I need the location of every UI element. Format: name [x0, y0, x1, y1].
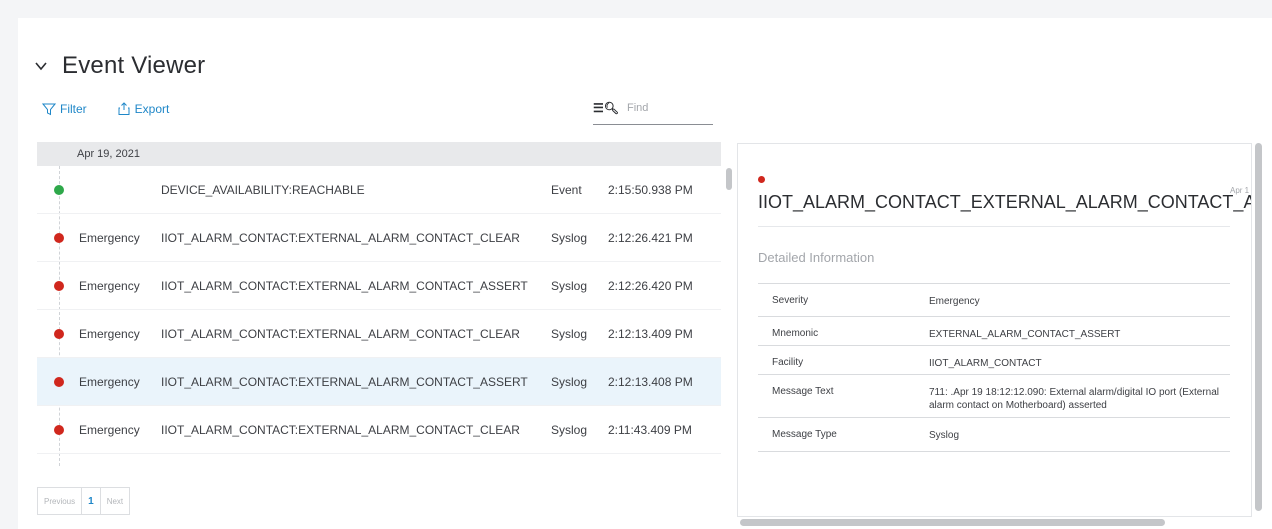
chevron-down-icon[interactable] [34, 59, 48, 73]
time-cell: 2:12:26.420 PM [608, 278, 693, 293]
page-title: Event Viewer [62, 52, 206, 79]
export-button[interactable]: Export [117, 102, 170, 116]
detail-value: IIOT_ALARM_CONTACT [929, 358, 1042, 369]
detail-row: Facility IIOT_ALARM_CONTACT [758, 346, 1230, 375]
time-cell: 2:12:26.421 PM [608, 230, 693, 245]
detail-panel: IIOT_ALARM_CONTACT_EXTERNAL_ALARM_CONTAC… [737, 143, 1252, 517]
detail-date: Apr 1 [1230, 186, 1250, 195]
detail-section-title: Detailed Information [758, 250, 875, 265]
filter-label: Filter [60, 102, 87, 116]
pagination: Previous 1 Next [37, 487, 131, 515]
detail-key: Message Type [772, 429, 837, 440]
message-cell: IIOT_ALARM_CONTACT:EXTERNAL_ALARM_CONTAC… [161, 374, 528, 389]
export-icon [118, 102, 130, 115]
detail-value: Emergency [929, 296, 980, 307]
horizontal-scrollbar[interactable] [740, 519, 1165, 526]
divider [758, 226, 1230, 227]
filter-button[interactable]: Filter [42, 102, 87, 116]
table-row[interactable]: DEVICE_AVAILABILITY:REACHABLE Event 2:15:5… [37, 166, 721, 214]
status-dot [54, 376, 64, 387]
status-dot [54, 232, 64, 243]
type-cell: Syslog [551, 326, 588, 341]
search-input[interactable] [625, 101, 709, 115]
detail-value: Syslog [929, 430, 960, 441]
table-row[interactable]: Emergency IIOT_ALARM_CONTACT:EXTERNAL_ALA… [37, 262, 721, 310]
type-cell: Syslog [551, 374, 588, 389]
time-cell: 2:15:50.938 PM [608, 182, 693, 197]
search-box: ☰🔍︎ [593, 92, 713, 125]
detail-row: Message Text 711: .Apr 19 18:12:12.090: E… [758, 375, 1230, 418]
event-list: Apr 19, 2021 DEVICE_AVAILABILITY:REACHAB… [37, 142, 721, 470]
status-dot [54, 328, 64, 339]
detail-table: Severity Emergency Mnemonic EXTERNAL_ALARM_… [758, 283, 1230, 452]
message-cell: IIOT_ALARM_CONTACT:EXTERNAL_ALARM_CONTAC… [161, 278, 528, 293]
detail-key: Message Text [772, 386, 834, 397]
toolbar: Filter Export [42, 102, 169, 116]
type-cell: Syslog [551, 230, 588, 245]
date-group-header: Apr 19, 2021 [37, 142, 721, 166]
detail-row: Severity Emergency [758, 284, 1230, 317]
previous-page-button[interactable]: Previous [38, 488, 83, 514]
type-cell: Syslog [551, 422, 588, 437]
detail-key: Facility [772, 357, 804, 368]
severity-cell: Emergency [79, 278, 140, 293]
time-cell: 2:11:43.409 PM [608, 422, 692, 437]
detail-vertical-scrollbar[interactable] [1255, 143, 1262, 511]
status-dot [54, 184, 64, 195]
message-cell: IIOT_ALARM_CONTACT:EXTERNAL_ALARM_CONTAC… [161, 326, 520, 341]
export-label: Export [134, 102, 170, 116]
type-cell: Syslog [551, 278, 588, 293]
message-cell: IIOT_ALARM_CONTACT:EXTERNAL_ALARM_CONTAC… [161, 422, 520, 437]
detail-title: IIOT_ALARM_CONTACT_EXTERNAL_ALARM_CONTAC… [758, 192, 1251, 212]
status-dot [54, 280, 64, 291]
severity-cell: Emergency [79, 422, 140, 437]
severity-dot [758, 176, 765, 183]
status-dot [54, 424, 64, 435]
time-cell: 2:12:13.409 PM [608, 326, 693, 341]
detail-value: EXTERNAL_ALARM_CONTACT_ASSERT [929, 329, 1121, 340]
detail-row: Mnemonic EXTERNAL_ALARM_CONTACT_ASSERT [758, 317, 1230, 346]
detail-row: Message Type Syslog [758, 418, 1230, 452]
message-cell: DEVICE_AVAILABILITY:REACHABLE [161, 182, 365, 197]
severity-cell: Emergency [79, 230, 140, 245]
table-row[interactable]: Emergency IIOT_ALARM_CONTACT:EXTERNAL_ALA… [37, 310, 721, 358]
detail-key: Mnemonic [772, 328, 819, 339]
message-cell: IIOT_ALARM_CONTACT:EXTERNAL_ALARM_CONTAC… [161, 230, 520, 245]
detail-key: Severity [772, 295, 809, 306]
time-cell: 2:12:13.408 PM [608, 374, 693, 389]
detail-value: 711: .Apr 19 18:12:12.090: External alar… [929, 387, 1219, 411]
current-page[interactable]: 1 [82, 488, 101, 514]
table-row[interactable]: Emergency IIOT_ALARM_CONTACT:EXTERNAL_ALA… [37, 406, 721, 454]
event-rows: DEVICE_AVAILABILITY:REACHABLE Event 2:15:5… [37, 166, 721, 454]
table-row[interactable]: Emergency IIOT_ALARM_CONTACT:EXTERNAL_ALA… [37, 358, 721, 406]
filter-icon [42, 103, 56, 116]
search-icon[interactable]: ☰🔍︎ [593, 101, 619, 115]
type-cell: Event [551, 182, 582, 197]
severity-cell: Emergency [79, 326, 140, 341]
severity-cell: Emergency [79, 374, 140, 389]
event-viewer-header: Event Viewer [34, 52, 205, 80]
list-scrollbar[interactable] [726, 168, 732, 190]
next-page-button[interactable]: Next [101, 488, 129, 514]
table-row[interactable]: Emergency IIOT_ALARM_CONTACT:EXTERNAL_ALA… [37, 214, 721, 262]
